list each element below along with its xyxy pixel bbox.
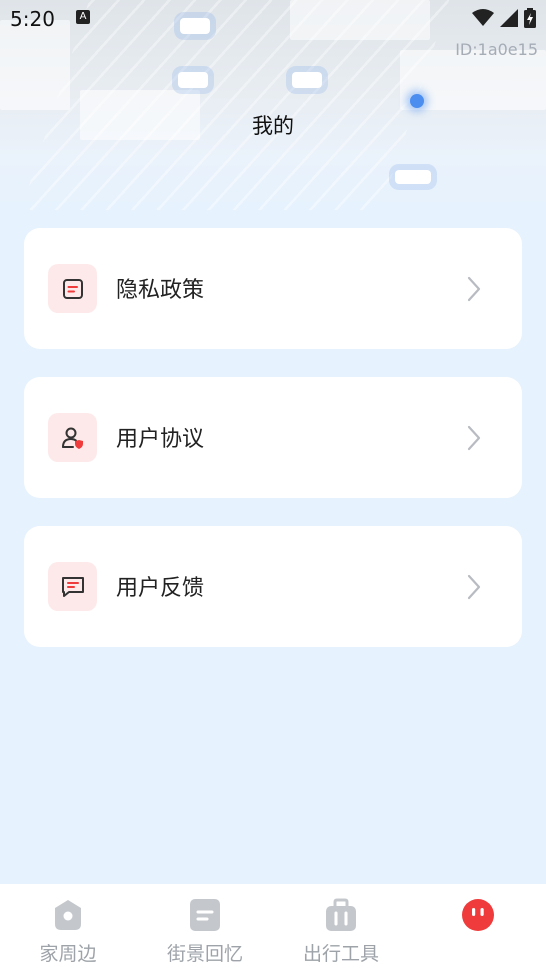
signal-icon [500,9,518,27]
menu-item-label: 用户反馈 [116,576,205,601]
tab-label: 出行工具 [302,943,379,965]
page-title: 我的 [252,114,294,138]
mascot-icon [462,899,494,931]
menu-item-user-agreement[interactable]: 用户协议 [24,377,522,498]
tab-street-memories[interactable]: 街景回忆 [137,884,273,972]
document-icon [48,264,97,313]
tab-label: 街景回忆 [166,943,243,965]
tab-label: 家周边 [39,943,97,965]
chevron-right-icon [467,276,481,302]
tab-travel-tools[interactable]: 出行工具 [273,884,409,972]
feedback-icon [48,562,97,611]
tab-home-nearby[interactable]: 家周边 [0,884,136,972]
user-id-label: ID:1a0e15 [455,40,538,59]
status-bar: 5:20 A [0,0,546,40]
menu-item-label: 用户协议 [116,427,205,452]
album-icon [190,899,220,931]
location-pin-icon [55,900,81,930]
chevron-right-icon [467,574,481,600]
menu-item-label: 隐私政策 [116,278,205,303]
notification-icon: A [76,10,90,24]
user-shield-icon [48,413,97,462]
tab-mine[interactable] [410,884,546,972]
menu-item-user-feedback[interactable]: 用户反馈 [24,526,522,647]
menu-item-privacy-policy[interactable]: 隐私政策 [24,228,522,349]
chevron-right-icon [467,425,481,451]
suitcase-icon [326,898,356,931]
status-time: 5:20 [10,7,55,31]
battery-icon [524,8,536,28]
bottom-tab-bar: 家周边 街景回忆 出行工具 [0,884,546,972]
wifi-icon [472,9,494,26]
